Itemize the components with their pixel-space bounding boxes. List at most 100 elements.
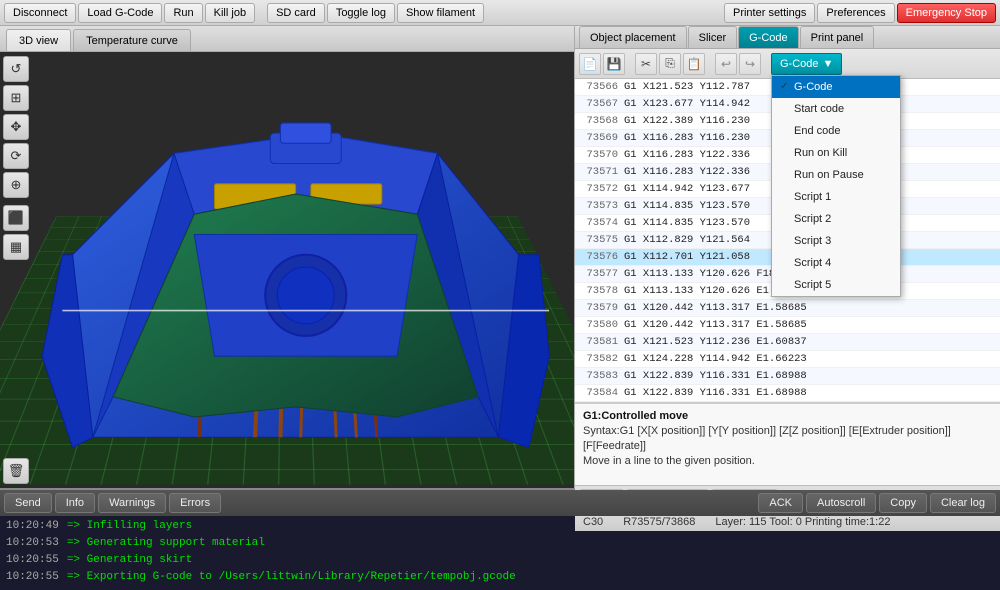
autoscroll-button[interactable]: Autoscroll — [806, 493, 876, 513]
info-button[interactable]: Info — [55, 493, 95, 513]
dropdown-item-script2[interactable]: Script 2 — [772, 208, 900, 230]
console-timestamp: 10:20:49 — [6, 518, 59, 535]
ack-button[interactable]: ACK — [758, 493, 803, 513]
copy-button[interactable]: Copy — [879, 493, 927, 513]
main-area: 3D view Temperature curve — [0, 26, 1000, 488]
info-description: Move in a line to the given position. — [583, 454, 992, 469]
gcode-line[interactable]: 73582G1 X124.228 Y114.942 E1.66223 — [575, 351, 1000, 368]
dropdown-item-start-code[interactable]: Start code — [772, 98, 900, 120]
gcode-area: 📄 💾 ✂ ⎘ 📋 ↩ ↪ G-Code ▼ — [575, 49, 1000, 531]
dropdown-item-label: Script 4 — [794, 257, 831, 269]
line-number: 73584 — [579, 385, 624, 401]
gcode-line[interactable]: 73581G1 X121.523 Y112.236 E1.60837 — [575, 334, 1000, 351]
line-number: 73572 — [579, 181, 624, 197]
tab-gcode[interactable]: G-Code — [738, 26, 799, 48]
dropdown-item-script1[interactable]: Script 1 — [772, 186, 900, 208]
gcode-type-dropdown-btn[interactable]: G-Code ▼ — [771, 53, 842, 75]
delete-icon[interactable]: 🗑 — [3, 458, 29, 484]
line-number: 73569 — [579, 130, 624, 146]
line-number: 73579 — [579, 300, 624, 316]
dropdown-item-run-on-pause[interactable]: Run on Pause — [772, 164, 900, 186]
dropdown-arrow-icon: ▼ — [823, 58, 834, 70]
gcode-line[interactable]: 73579G1 X120.442 Y113.317 E1.58685 — [575, 300, 1000, 317]
printer-settings-button[interactable]: Printer settings — [724, 3, 815, 23]
top-toolbar: Disconnect Load G-Code Run Kill job SD c… — [0, 0, 1000, 26]
zoom-fit-icon[interactable]: ⊞ — [3, 85, 29, 111]
line-number: 73583 — [579, 368, 624, 384]
send-button[interactable]: Send — [4, 493, 52, 513]
paste-icon[interactable]: 📋 — [683, 53, 705, 75]
line-content: G1 X120.442 Y113.317 E1.58685 — [624, 317, 807, 333]
line-content: G1 X112.829 Y121.564 — [624, 232, 750, 248]
new-file-icon[interactable]: 📄 — [579, 53, 601, 75]
line-number: 73575 — [579, 232, 624, 248]
toggle-log-button[interactable]: Toggle log — [327, 3, 395, 23]
gcode-line[interactable]: 73584G1 X122.839 Y116.331 E1.68988 — [575, 385, 1000, 402]
line-number: 73570 — [579, 147, 624, 163]
tab-3d-view[interactable]: 3D view — [6, 29, 71, 51]
line-content: G1 X114.835 Y123.570 — [624, 215, 750, 231]
editor-toolbar: 📄 💾 ✂ ⎘ 📋 ↩ ↪ G-Code ▼ — [575, 49, 1000, 79]
tab-object-placement[interactable]: Object placement — [579, 26, 687, 48]
view3d-icon[interactable]: ⬛ — [3, 205, 29, 231]
line-content: G1 X114.942 Y123.677 — [624, 181, 750, 197]
console-message: => Exporting G-code to /Users/littwin/Li… — [67, 569, 516, 586]
errors-button[interactable]: Errors — [169, 493, 221, 513]
dropdown-item-end-code[interactable]: End code — [772, 120, 900, 142]
clear-log-button[interactable]: Clear log — [930, 493, 996, 513]
dropdown-label: G-Code — [780, 58, 819, 70]
save-icon[interactable]: 💾 — [603, 53, 625, 75]
info-title: G1:Controlled move — [583, 410, 992, 422]
console-timestamp: 10:20:55 — [6, 569, 59, 586]
kill-job-button[interactable]: Kill job — [205, 3, 255, 23]
dropdown-item-script4[interactable]: Script 4 — [772, 252, 900, 274]
gcode-dropdown-menu: ✓ G-Code Start code End code — [771, 75, 901, 297]
line-content: G1 X121.523 Y112.787 — [624, 79, 750, 95]
console-line: 10:20:55 => Exporting G-code to /Users/l… — [6, 569, 994, 586]
line-content: G1 X122.839 Y116.331 E1.68988 — [624, 385, 807, 401]
redo-icon[interactable]: ↪ — [739, 53, 761, 75]
copy-icon[interactable]: ⎘ — [659, 53, 681, 75]
info-syntax: Syntax:G1 [X[X position]] [Y[Y position]… — [583, 424, 992, 454]
dropdown-item-script3[interactable]: Script 3 — [772, 230, 900, 252]
view-tabs: 3D view Temperature curve — [0, 26, 574, 52]
dropdown-item-label: Script 1 — [794, 191, 831, 203]
disconnect-button[interactable]: Disconnect — [4, 3, 76, 23]
show-filament-button[interactable]: Show filament — [397, 3, 484, 23]
line-number: 73574 — [579, 215, 624, 231]
gcode-line[interactable]: 73580G1 X120.442 Y113.317 E1.58685 — [575, 317, 1000, 334]
tab-print-panel[interactable]: Print panel — [800, 26, 875, 48]
dropdown-item-gcode[interactable]: ✓ G-Code — [772, 76, 900, 98]
dropdown-item-run-on-kill[interactable]: Run on Kill — [772, 142, 900, 164]
line-number: 73576 — [579, 249, 624, 265]
run-button[interactable]: Run — [164, 3, 202, 23]
sd-card-button[interactable]: SD card — [267, 3, 325, 23]
line-number: 73581 — [579, 334, 624, 350]
warnings-button[interactable]: Warnings — [98, 493, 166, 513]
gcode-type-dropdown-container: G-Code ▼ ✓ G-Code Start code — [771, 53, 842, 75]
refresh-icon[interactable]: ↺ — [3, 56, 29, 82]
preferences-button[interactable]: Preferences — [817, 3, 894, 23]
line-number: 73582 — [579, 351, 624, 367]
tab-slicer[interactable]: Slicer — [688, 26, 738, 48]
console-timestamp: 10:20:53 — [6, 535, 59, 552]
emergency-stop-button[interactable]: Emergency Stop — [897, 3, 996, 23]
console-line: 10:20:49 => Infilling layers — [6, 518, 994, 535]
dropdown-item-label: Start code — [794, 103, 844, 115]
3d-object-svg — [0, 52, 574, 488]
info-box: G1:Controlled move Syntax:G1 [X[X positi… — [575, 403, 1000, 485]
tab-temperature-curve[interactable]: Temperature curve — [73, 29, 191, 51]
zoom-in-icon[interactable]: ⊕ — [3, 172, 29, 198]
gcode-line[interactable]: 73583G1 X122.839 Y116.331 E1.68988 — [575, 368, 1000, 385]
dropdown-item-script5[interactable]: Script 5 — [772, 274, 900, 296]
rotate-icon[interactable]: ⟳ — [3, 143, 29, 169]
move-icon[interactable]: ✥ — [3, 114, 29, 140]
undo-icon[interactable]: ↩ — [715, 53, 737, 75]
load-gcode-button[interactable]: Load G-Code — [78, 3, 162, 23]
dropdown-item-label: Run on Pause — [794, 169, 864, 181]
line-number: 73571 — [579, 164, 624, 180]
console-toolbar: Send Info Warnings Errors ACK Autoscroll… — [0, 490, 1000, 516]
line-content: G1 X112.701 Y121.058 — [624, 249, 750, 265]
cut-icon[interactable]: ✂ — [635, 53, 657, 75]
grid-icon[interactable]: ▦ — [3, 234, 29, 260]
